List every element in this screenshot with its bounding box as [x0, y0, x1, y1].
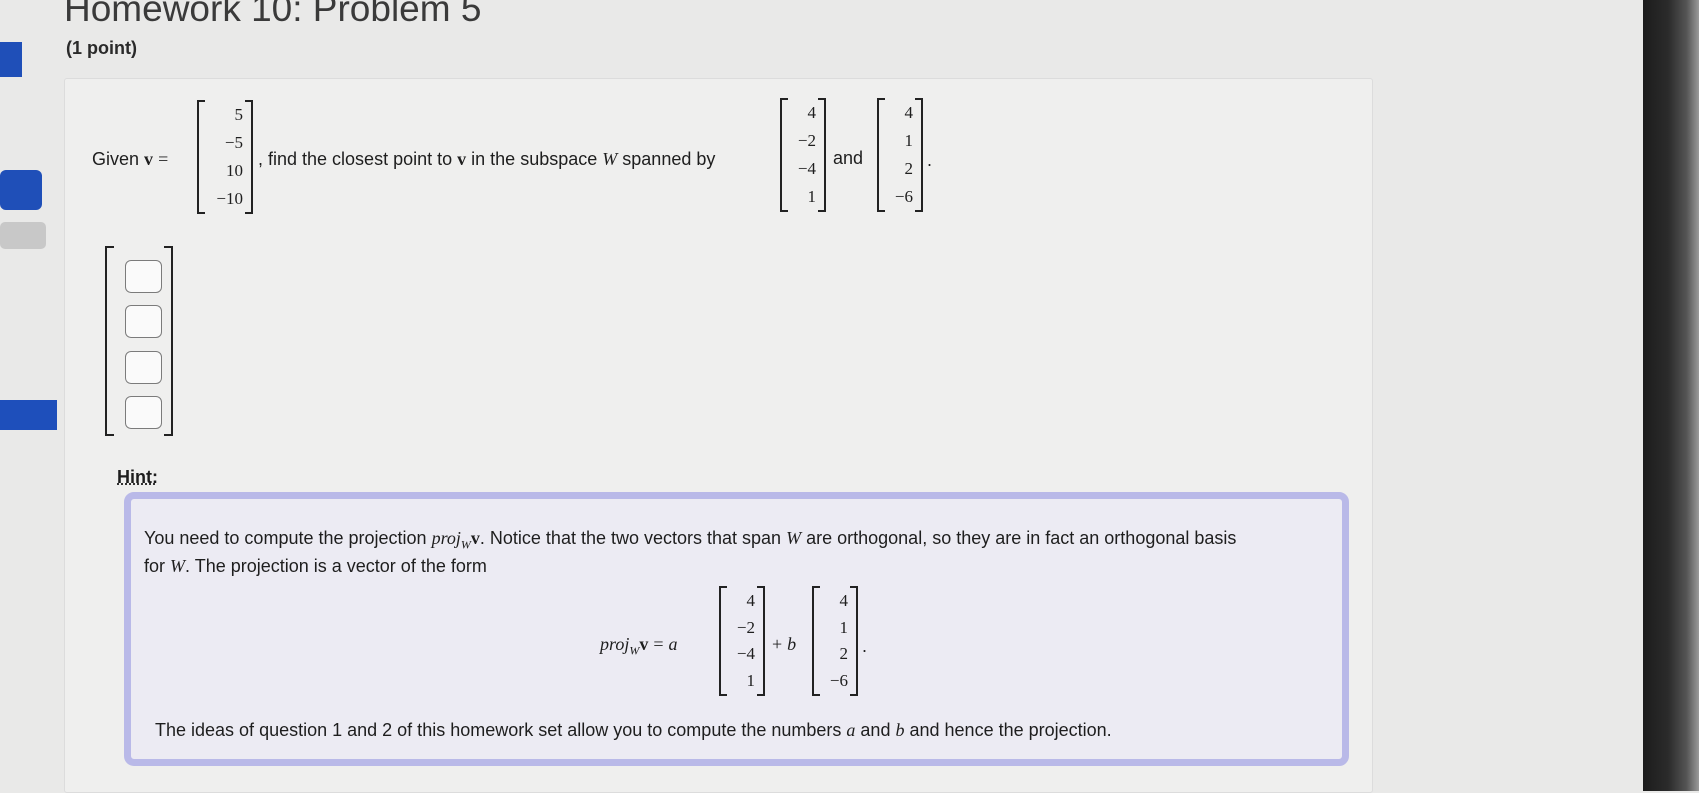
problem-text-middle: , find the closest point to v in the sub… — [258, 149, 716, 169]
answer-input-4[interactable] — [125, 396, 162, 429]
problem-text-start: Given v = — [92, 149, 169, 169]
nav-marker[interactable] — [0, 400, 57, 430]
hint-vector-u1: 4 −2 −4 1 — [719, 586, 765, 696]
projection-plus-b: + b — [772, 634, 797, 654]
page-title: Homework 10: Problem 5 — [64, 0, 482, 29]
nav-marker[interactable] — [0, 42, 22, 77]
vector-u1: 4 −2 −4 1 — [780, 98, 826, 212]
nav-button[interactable] — [0, 170, 42, 210]
projection-lhs: projWv = a — [600, 634, 678, 658]
points-label: (1 point) — [66, 38, 137, 58]
answer-input-3[interactable] — [125, 351, 162, 384]
vector-u2: 4 1 2 −6 — [877, 98, 923, 212]
hint-toggle[interactable]: Hint: — [117, 467, 158, 488]
answer-input-2[interactable] — [125, 305, 162, 338]
equation-period: . — [862, 636, 868, 656]
answer-vector — [105, 246, 173, 436]
period: . — [927, 150, 933, 170]
hint-paragraph-1: You need to compute the projection projW… — [144, 528, 1237, 552]
screen-bezel — [1643, 0, 1699, 791]
hint-paragraph-3: The ideas of question 1 and 2 of this ho… — [155, 720, 1112, 740]
nav-button-disabled[interactable] — [0, 222, 46, 249]
vector-v: 5 −5 10 −10 — [197, 100, 253, 214]
answer-input-1[interactable] — [125, 260, 162, 293]
hint-paragraph-2: for W. The projection is a vector of the… — [144, 556, 487, 576]
and-label: and — [833, 148, 864, 168]
hint-vector-u2: 4 1 2 −6 — [812, 586, 858, 696]
